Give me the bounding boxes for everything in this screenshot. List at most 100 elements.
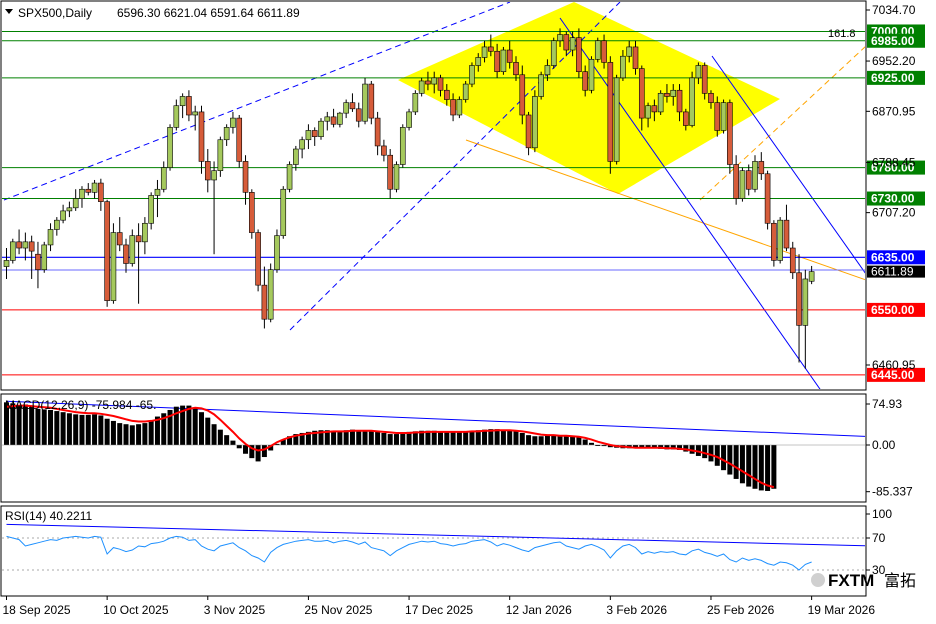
candle-body: [412, 93, 419, 113]
candle: [387, 149, 393, 199]
candle-body: [91, 182, 98, 193]
candle-body: [211, 170, 217, 181]
candle: [657, 90, 664, 115]
current-price-label: 6611.89: [871, 265, 914, 279]
macd-bar: [60, 412, 66, 445]
candle-body: [613, 77, 620, 162]
candle-body: [557, 34, 563, 42]
macd-bar: [48, 409, 54, 445]
candle: [47, 223, 54, 252]
candle-body: [670, 89, 677, 97]
candle-body: [406, 111, 412, 128]
macd-bar: [343, 430, 349, 445]
macd-bar: [142, 423, 148, 445]
macd-bar: [444, 431, 450, 445]
candle-body: [148, 195, 154, 224]
macd-bar: [35, 408, 41, 445]
candle-body: [437, 77, 444, 91]
watermark-cn: 富拓: [884, 572, 916, 590]
macd-tick-label: -85.337: [872, 485, 913, 499]
macd-bar: [92, 414, 98, 445]
candle: [293, 145, 299, 171]
level-tag-label: 6550.00: [871, 303, 915, 317]
candle: [104, 199, 110, 307]
candle: [286, 161, 293, 193]
candle: [550, 37, 557, 69]
candle-body: [85, 188, 92, 193]
candle: [35, 241, 41, 289]
candle: [72, 189, 79, 211]
x-tick-label: 19 Mar 2026: [808, 603, 876, 617]
candle: [613, 74, 620, 165]
candle: [249, 189, 255, 239]
macd-bar: [381, 432, 387, 445]
candle-body: [154, 188, 161, 196]
candle: [733, 155, 739, 205]
macd-bar: [513, 431, 519, 445]
macd-bar: [98, 415, 104, 445]
candle: [343, 99, 349, 119]
candle: [789, 241, 796, 279]
candle: [318, 118, 324, 140]
macd-tick-label: 74.93: [872, 397, 902, 411]
candle-body: [104, 201, 110, 301]
candle: [3, 248, 10, 279]
candle: [456, 96, 463, 119]
macd-bar: [526, 435, 532, 445]
dropdown-triangle-icon[interactable]: [5, 9, 13, 14]
candle: [412, 90, 419, 115]
macd-bar: [519, 432, 525, 445]
rsi-tick-label: 100: [872, 507, 892, 521]
candle: [60, 204, 66, 224]
macd-bar: [532, 436, 538, 445]
candle-body: [142, 222, 148, 243]
rsi-panel: [0, 505, 867, 597]
candle-body: [274, 235, 280, 270]
candle: [299, 136, 305, 159]
macd-bar: [463, 431, 469, 445]
macd-bar: [456, 431, 462, 445]
candle-body: [355, 108, 362, 122]
candle: [758, 152, 765, 180]
candle-body: [808, 271, 815, 282]
candle-body: [337, 112, 343, 125]
candle-body: [349, 102, 356, 110]
macd-bar: [576, 437, 582, 445]
candle: [230, 111, 236, 134]
candle-body: [98, 182, 104, 202]
candle-body: [745, 170, 752, 190]
candle: [167, 124, 173, 171]
candle-body: [311, 130, 318, 137]
candle: [135, 223, 142, 304]
candle-body: [173, 105, 180, 128]
candle-body: [223, 127, 230, 141]
macd-bar: [469, 430, 475, 445]
candle-body: [35, 253, 41, 270]
macd-bar: [563, 435, 569, 445]
candle: [355, 102, 362, 128]
candle-body: [3, 260, 10, 267]
candle-body: [739, 170, 746, 199]
candle-body: [638, 68, 645, 119]
candle: [242, 155, 249, 205]
macd-bar: [186, 405, 192, 445]
candle-body: [714, 102, 721, 131]
x-tick-label: 12 Jan 2026: [506, 603, 572, 617]
macd-bar: [727, 445, 733, 475]
macd-bar: [356, 430, 362, 445]
candle: [9, 238, 16, 264]
macd-bar: [544, 435, 550, 445]
candle-body: [481, 46, 488, 58]
rsi-label: RSI(14) 40.2211: [5, 509, 92, 523]
candle-body: [362, 83, 368, 122]
symbol-label: SPX500,Daily: [18, 6, 92, 20]
x-tick-label: 18 Sep 2025: [3, 603, 71, 617]
macd-bar: [387, 434, 393, 445]
macd-bar: [205, 417, 211, 445]
fxtm-logo-icon: [811, 573, 825, 587]
candle-body: [280, 188, 287, 236]
level-tag-label: 6985.00: [871, 34, 915, 48]
candle: [267, 263, 274, 323]
macd-bar: [733, 445, 739, 479]
candle-body: [425, 80, 431, 85]
